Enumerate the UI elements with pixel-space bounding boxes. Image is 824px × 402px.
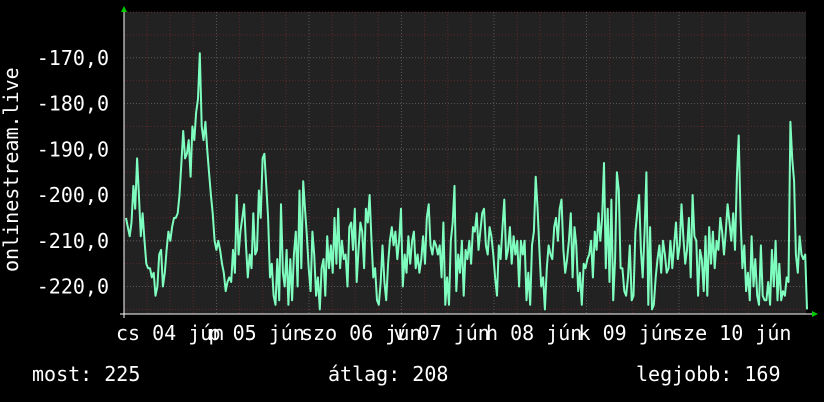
y-tick-label: -190,0: [37, 137, 109, 161]
y-tick-label: -170,0: [37, 46, 109, 70]
y-axis-ticks: -170,0 -180,0 -190,0 -200,0 -210,0 -220,0: [37, 46, 109, 299]
y-tick-label: -180,0: [37, 92, 109, 116]
stat-best-label: legjobb:: [636, 362, 733, 386]
stat-current-label: most:: [32, 362, 93, 386]
y-axis-arrow: [121, 6, 127, 12]
y-tick-label: -220,0: [37, 275, 109, 299]
x-tick-label: p 05 jún: [209, 321, 305, 345]
y-axis-title: onlinestream.live: [0, 67, 23, 272]
x-axis-ticks: cs 04 júnp 05 júnszo 06 júnv 07 júnh 08 …: [116, 321, 791, 345]
stat-current: most: 225: [32, 362, 140, 386]
y-tick-label: -210,0: [37, 229, 109, 253]
x-tick-label: h 08 jún: [486, 321, 582, 345]
stat-average-label: átlag:: [328, 362, 401, 386]
stat-average: átlag: 208: [328, 362, 448, 386]
stat-best-value: 169: [744, 362, 781, 386]
x-tick-label: sze 10 jún: [671, 321, 791, 345]
chart: -170,0 -180,0 -190,0 -200,0 -210,0 -220,0 cs …: [0, 6, 818, 345]
y-tick-label: -200,0: [37, 183, 109, 207]
x-tick-label: v 07 jún: [394, 321, 490, 345]
x-tick-label: k 09 jún: [579, 321, 675, 345]
stats-bar: most: 225 átlag: 208 legjobb: 169: [0, 362, 824, 390]
x-axis-arrow: [812, 311, 818, 317]
stat-average-value: 208: [412, 362, 449, 386]
stat-best: legjobb: 169: [636, 362, 781, 386]
stat-current-value: 225: [104, 362, 141, 386]
